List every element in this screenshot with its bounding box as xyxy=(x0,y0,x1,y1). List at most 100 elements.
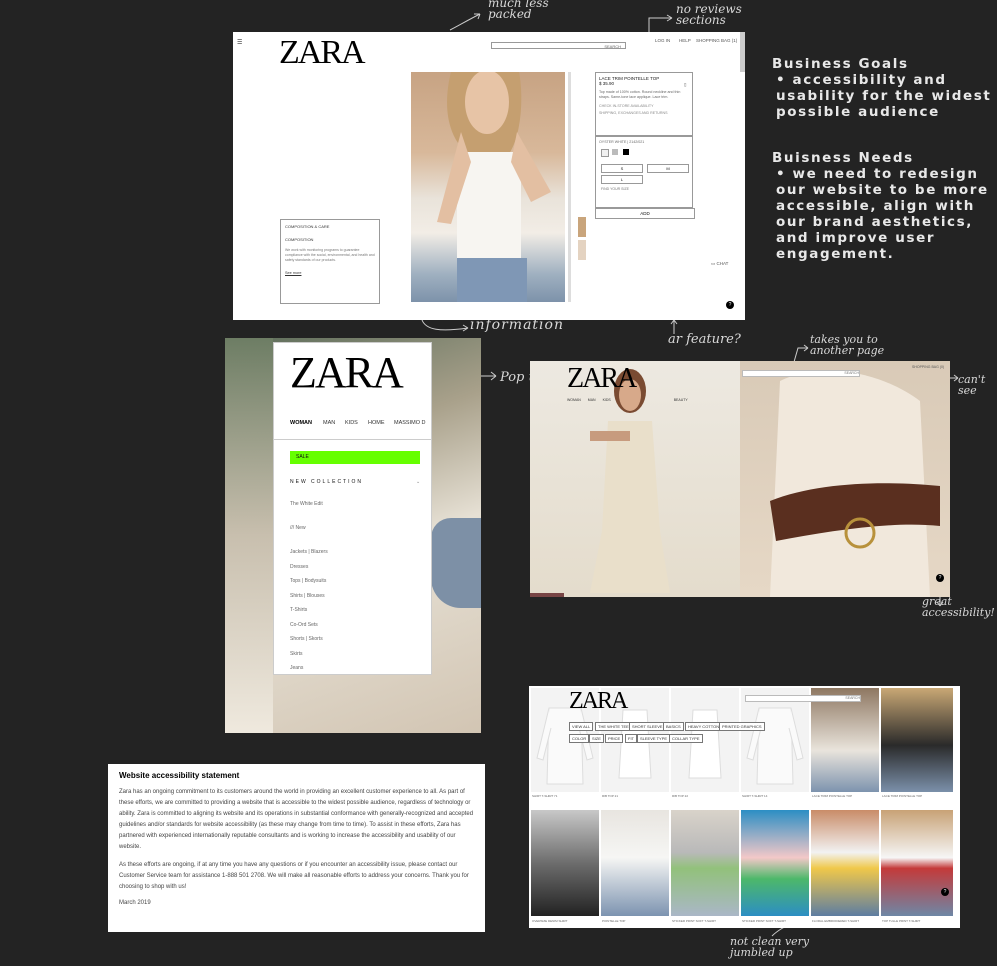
menu-item[interactable]: Jeans xyxy=(290,665,303,671)
menu-item[interactable]: /// New xyxy=(290,525,306,531)
delivery-link[interactable]: SHIPPING, EXCHANGES AND RETURNS xyxy=(599,111,689,115)
menu-item[interactable]: Co-Ord Sets xyxy=(290,622,318,628)
product-info-panel: LACE TRIM POINTELLE TOP $ 35.90 Top made… xyxy=(595,72,693,136)
chat-button[interactable]: ▭ CHAT xyxy=(711,261,728,267)
arrow-information xyxy=(421,319,469,332)
tab-woman[interactable]: WOMAN xyxy=(290,420,312,426)
model-figure xyxy=(437,72,551,302)
filter-chip[interactable]: PRINTED GRAPHICS xyxy=(719,722,765,731)
accessibility-icon[interactable]: ? xyxy=(726,301,734,309)
zara-logo-home[interactable]: ZARA xyxy=(567,363,637,395)
chevron-down-icon[interactable]: ⌄ xyxy=(416,479,420,485)
grid-product-8[interactable] xyxy=(601,810,669,916)
filter-chip[interactable]: COLOR xyxy=(569,734,590,743)
annotation-information: information xyxy=(470,317,564,333)
arrow-ar xyxy=(670,319,678,334)
menu-item[interactable]: Dresses xyxy=(290,564,308,570)
bookmark-icon[interactable]: ▯ xyxy=(684,82,686,88)
grid-product-6[interactable] xyxy=(881,688,953,792)
filter-chip[interactable]: BASICS xyxy=(663,722,684,731)
zara-logo[interactable]: ZARA xyxy=(279,34,366,72)
zara-logo-menu[interactable]: ZARA xyxy=(290,347,404,398)
tab-kids[interactable]: KIDS xyxy=(345,420,358,426)
check-store-link[interactable]: CHECK IN-STORE AVAILABILITY xyxy=(599,104,689,108)
image-scrollbar[interactable] xyxy=(568,72,571,302)
grid-product-12[interactable] xyxy=(881,810,953,916)
grid-product-9[interactable] xyxy=(671,810,739,916)
accessibility-statement: Website accessibility statement Zara has… xyxy=(108,764,485,932)
see-more-link[interactable]: See more xyxy=(285,271,375,275)
hero-right-photo[interactable] xyxy=(740,361,950,597)
arrow-packed xyxy=(449,13,481,31)
search-input[interactable]: SEARCH xyxy=(491,42,626,49)
statement-paragraph-1: Zara has an ongoing commitment to its cu… xyxy=(119,789,474,850)
scrollbar[interactable] xyxy=(740,32,745,72)
menu-item[interactable]: The White Edit xyxy=(290,501,323,507)
composition-subtitle: COMPOSITION xyxy=(285,237,314,242)
swatch-black[interactable] xyxy=(623,149,629,155)
size-l[interactable]: L xyxy=(601,175,643,184)
size-s[interactable]: S xyxy=(601,164,643,173)
color-swatches xyxy=(599,149,689,157)
tab-home[interactable]: HOME xyxy=(368,420,385,426)
search-input-grid[interactable]: SEARCH xyxy=(745,695,861,702)
search-input-home[interactable]: SEARCH xyxy=(742,370,860,377)
shopping-bag-link[interactable]: SHOPPING BAG (1) xyxy=(696,38,737,43)
size-guide-link[interactable]: FIND YOUR SIZE xyxy=(601,187,629,191)
help-link[interactable]: HELP xyxy=(679,38,691,43)
nav-man[interactable]: MAN xyxy=(588,398,596,402)
grid-product-5[interactable] xyxy=(811,688,879,792)
annotation-no-reviews: no reviews sections xyxy=(676,2,742,27)
hamburger-icon[interactable]: ☰ xyxy=(237,39,242,46)
product-photo[interactable] xyxy=(411,72,565,302)
product-caption: SHIRT T-SHIRT 14 xyxy=(742,794,768,798)
goals-item: • accessibility and usability for the wi… xyxy=(776,72,992,120)
grid-product-7[interactable] xyxy=(531,810,599,916)
accessibility-icon-home[interactable]: ? xyxy=(936,574,944,582)
grid-product-11[interactable] xyxy=(811,810,879,916)
tab-man[interactable]: MAN xyxy=(323,420,335,426)
size-panel: OYSTER WHITE | 2142/021 S M L FIND YOUR … xyxy=(595,136,693,208)
filter-chip[interactable]: FIT xyxy=(625,734,637,743)
menu-item[interactable]: Skirts xyxy=(290,651,303,657)
grid-product-4[interactable] xyxy=(741,688,809,792)
accessibility-icon-grid[interactable]: ? xyxy=(941,888,949,896)
filter-chip[interactable]: SLEEVE TYPE xyxy=(637,734,671,743)
tab-massimo[interactable]: MASSIMO D xyxy=(394,420,425,426)
menu-item[interactable]: Tops | Bodysuits xyxy=(290,578,326,584)
thumbnail-1[interactable] xyxy=(578,217,586,237)
needs-title: Buisness Needs xyxy=(772,150,914,166)
menu-item[interactable]: Shirts | Blouses xyxy=(290,593,325,599)
grid-product-10[interactable] xyxy=(741,810,809,916)
product-price: $ 35.90 xyxy=(599,81,615,86)
product-page-screenshot: ☰ ZARA SEARCH LOG IN HELP SHOPPING BAG (… xyxy=(233,32,745,320)
filter-chip[interactable]: COLLAR TYPE xyxy=(669,734,703,743)
zara-logo-grid[interactable]: ZARA xyxy=(569,688,628,715)
swatch-grey[interactable] xyxy=(612,149,618,155)
add-button[interactable]: ADD xyxy=(595,208,695,219)
home-page-screenshot: ZARA WOMAN MAN KIDS BEAUTY SEARCH SHOPPI… xyxy=(530,361,950,597)
menu-item[interactable]: T-Shirts xyxy=(290,607,307,613)
sale-button[interactable]: SALE xyxy=(290,451,420,464)
shopping-bag-link-home[interactable]: SHOPPING BAG (0) xyxy=(912,365,944,369)
hero-left-photo[interactable] xyxy=(530,361,740,597)
filter-chip[interactable]: HEAVY COTTON xyxy=(685,722,723,731)
menu-item[interactable]: Jackets | Blazers xyxy=(290,549,328,555)
thumbnail-2[interactable] xyxy=(578,240,586,260)
filter-chip[interactable]: SHORT SLEEVE xyxy=(629,722,666,731)
nav-woman[interactable]: WOMAN xyxy=(567,398,581,402)
cookie-bar[interactable] xyxy=(530,593,564,597)
filter-chip[interactable]: PRICE xyxy=(605,734,624,743)
size-m[interactable]: M xyxy=(647,164,689,173)
nav-beauty[interactable]: BEAUTY xyxy=(674,398,688,402)
login-link[interactable]: LOG IN xyxy=(655,38,670,43)
filter-chip[interactable]: THE WHITE TEE xyxy=(595,722,632,731)
swatch-white[interactable] xyxy=(601,149,609,157)
nav-kids[interactable]: KIDS xyxy=(603,398,611,402)
menu-item[interactable]: Shorts | Skorts xyxy=(290,636,323,642)
category-tabs: WOMAN MAN KIDS HOME MASSIMO D xyxy=(274,413,431,440)
filter-chip[interactable]: VIEW ALL xyxy=(569,722,594,731)
new-collection[interactable]: NEW COLLECTION xyxy=(290,479,363,485)
filter-chip[interactable]: SIZE xyxy=(589,734,604,743)
product-caption: LACE TRIM POINTELLE TOP xyxy=(882,794,923,798)
